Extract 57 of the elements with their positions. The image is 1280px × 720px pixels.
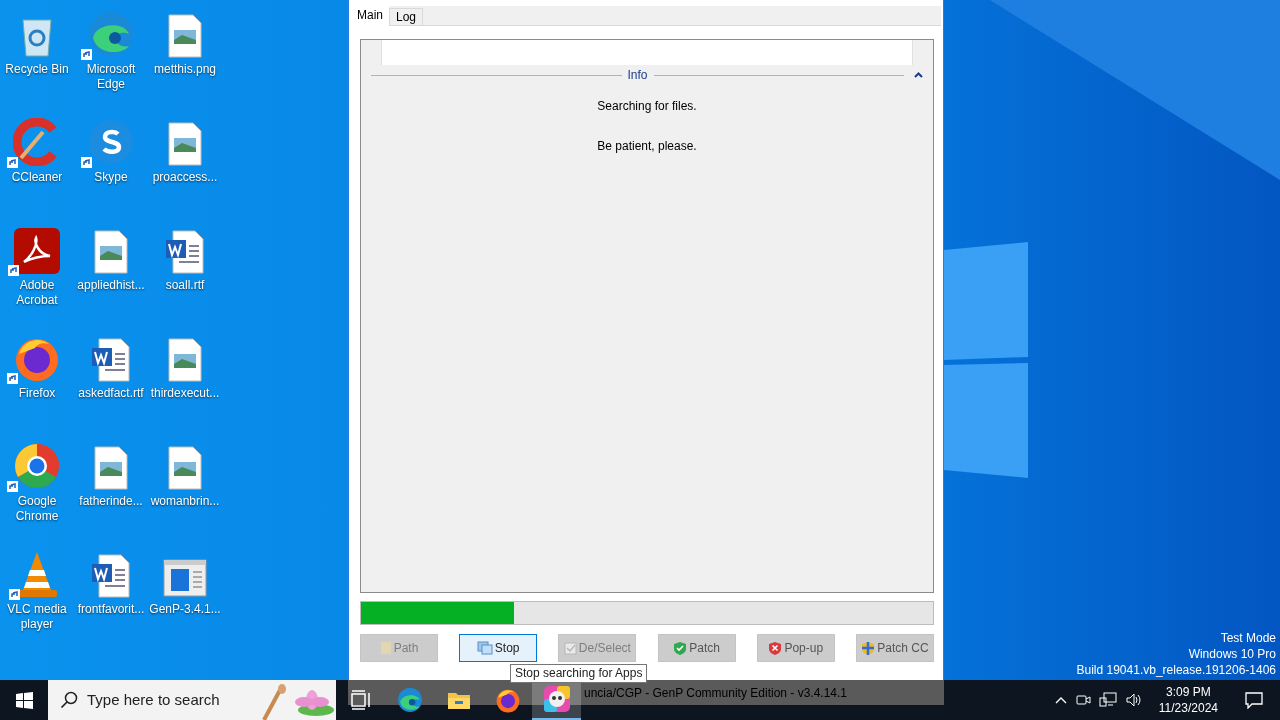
speaker-icon <box>1124 692 1143 708</box>
windows-stack-icon <box>476 641 493 655</box>
chevron-up-icon <box>1054 696 1067 704</box>
desktop-icon-label[interactable]: soall.rtf <box>165 278 205 293</box>
desktop-icon-label[interactable]: Microsoft Edge <box>74 62 148 92</box>
firefox-icon <box>494 687 521 713</box>
shield-check-icon <box>673 640 688 656</box>
tab[interactable]: Log <box>389 8 424 25</box>
taskbar-app-button[interactable] <box>532 680 581 720</box>
desktop-icon-label[interactable]: CCleaner <box>11 170 63 185</box>
desktop-icon-label[interactable]: womanbrin... <box>150 494 220 509</box>
search-placeholder: Type here to search <box>87 689 220 710</box>
desktop-icon-label[interactable]: Adobe Acrobat <box>0 278 74 308</box>
desktop-icon-label[interactable]: fatherinde... <box>79 494 143 509</box>
watermark-text: Build 19041.vb_release.191206-1406 <box>1076 662 1276 678</box>
section-title: Info <box>627 67 648 84</box>
desktop-icon-label[interactable]: proaccess... <box>152 170 218 185</box>
folder-icon <box>379 641 392 655</box>
action-button[interactable]: Pop-up <box>756 634 835 662</box>
action-button[interactable]: Patch <box>657 634 736 662</box>
desktop-icon-label[interactable]: VLC media player <box>0 602 74 632</box>
desktop-icon-label[interactable]: thirdexecut... <box>150 386 220 401</box>
clock[interactable]: 3:09 PM 11/23/2024 <box>1150 684 1226 716</box>
search-box[interactable]: Type here to search <box>48 680 336 720</box>
task-view-icon <box>349 690 372 710</box>
desktop-icon-label[interactable]: GenP-3.4.1... <box>149 602 221 617</box>
windows-logo-icon <box>15 691 33 709</box>
network-icon <box>1098 692 1117 708</box>
desktop-icon-label[interactable]: askedfact.rtf <box>78 386 144 401</box>
status-text: Be patient, please. <box>597 139 697 153</box>
tooltip: Stop searching for Apps <box>510 664 648 683</box>
shield-icon <box>861 640 876 656</box>
desktop-icon-label[interactable]: Recycle Bin <box>5 62 69 77</box>
desktop-icon-label[interactable]: frontfavorit... <box>77 602 145 617</box>
speech-bubble-icon <box>1245 691 1263 709</box>
tab[interactable]: Main <box>351 6 389 26</box>
skype-icon <box>87 118 135 166</box>
action-button[interactable]: Stop <box>459 634 538 662</box>
desktop-icon-label[interactable]: appliedhist... <box>77 278 145 293</box>
checkbox-icon <box>563 641 577 655</box>
action-button[interactable]: Patch CC <box>855 634 934 662</box>
desktop-icon-label[interactable]: Google Chrome <box>0 494 74 524</box>
desktop-icon-label[interactable]: metthis.png <box>153 62 216 77</box>
desktop-icon-label[interactable]: Firefox <box>18 386 56 401</box>
desktop-icon-label[interactable]: Skype <box>94 170 128 185</box>
skull-app-icon <box>543 686 570 712</box>
search-icon <box>60 691 78 709</box>
watermark-text: Windows 10 Pro <box>1188 646 1276 662</box>
chrome-icon <box>13 442 61 490</box>
watermark-text: Test Mode <box>1220 630 1276 646</box>
edge-icon <box>396 687 423 713</box>
acrobat-icon <box>14 228 60 274</box>
shield-cross-icon <box>768 640 783 656</box>
version-text: uncia/CGP - GenP Community Edition - v3.4.14.1 <box>584 684 847 702</box>
status-text: Searching for files. <box>597 99 697 113</box>
camera-icon <box>1074 692 1091 708</box>
edge-icon <box>87 10 135 58</box>
